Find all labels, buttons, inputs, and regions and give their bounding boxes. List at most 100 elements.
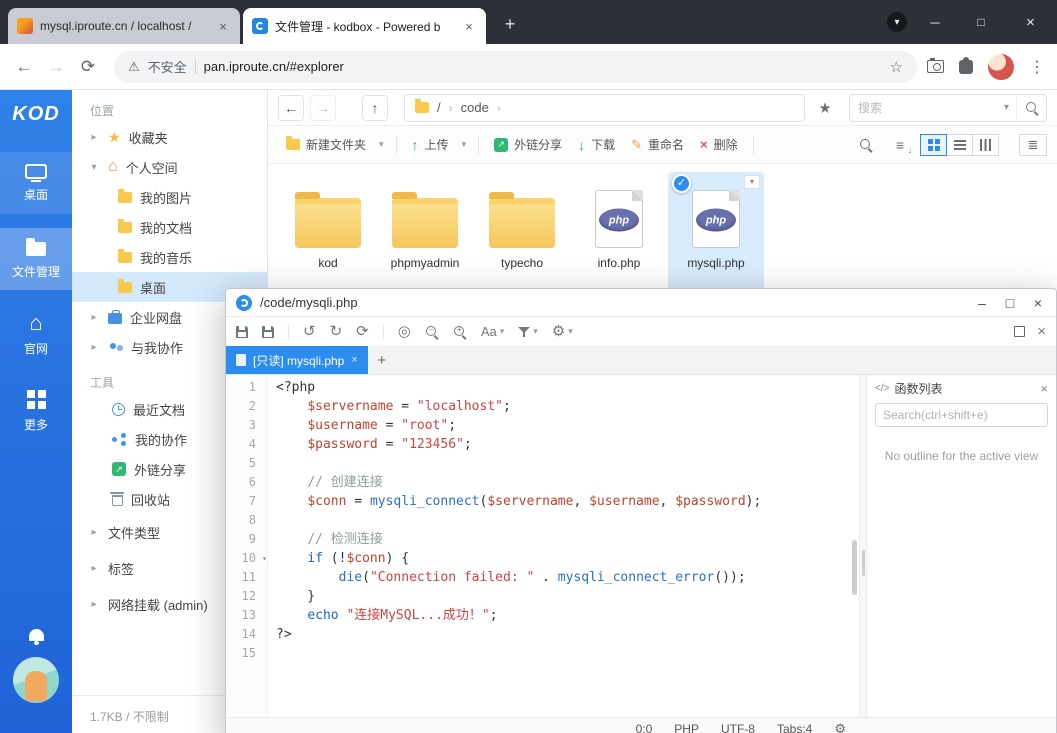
action-new-folder-button[interactable]: 新建文件夹 <box>278 131 374 158</box>
save-icon[interactable] <box>236 326 248 338</box>
editor-scrollbar[interactable] <box>852 540 857 595</box>
browser-menu-icon[interactable]: ⋮ <box>1029 57 1045 77</box>
action-upload-button[interactable]: ↑上传 <box>404 131 457 158</box>
chevron-right-icon[interactable]: ▸ <box>88 563 100 574</box>
tree-item-pictures[interactable]: 我的图片 <box>72 182 267 212</box>
chevron-right-icon[interactable]: ▸ <box>88 599 100 610</box>
tree-item-documents[interactable]: 我的文档 <box>72 212 267 242</box>
close-tab-icon[interactable]: × <box>461 19 477 34</box>
editor-settings-dropdown[interactable]: ⚙▾ <box>552 324 573 339</box>
chevron-right-icon[interactable]: ▸ <box>88 312 100 323</box>
screenshot-extension-icon[interactable] <box>927 60 944 73</box>
url-text[interactable]: pan.iproute.cn/#explorer <box>204 59 344 74</box>
zoom-button[interactable] <box>853 134 879 156</box>
tab-size[interactable]: Tabs:4 <box>777 722 812 733</box>
sort-button[interactable]: ≡↓ <box>887 134 913 156</box>
history-back-button[interactable]: ← <box>278 95 304 121</box>
editor-tab-mysqli[interactable]: [只读] mysqli.php × <box>226 346 368 374</box>
browser-profile-avatar[interactable] <box>988 54 1014 80</box>
file-item[interactable]: phpmysqli.php✓▾ <box>668 172 764 290</box>
tree-item-favorites[interactable]: ▸★收藏夹 <box>72 122 267 152</box>
editor-minimize-button[interactable]: – <box>968 291 996 315</box>
user-avatar[interactable] <box>13 657 59 703</box>
caret-down-icon[interactable]: ▾ <box>457 139 472 150</box>
font-size-dropdown[interactable]: Aa▾ <box>481 324 504 339</box>
zoom-out-icon[interactable]: – <box>425 325 439 339</box>
action-rename-button[interactable]: ✎重命名 <box>623 131 692 158</box>
window-close-button[interactable]: × <box>1004 0 1057 44</box>
nav-item-desktop[interactable]: 桌面 <box>0 152 72 214</box>
browser-tab-mysql[interactable]: mysql.iproute.cn / localhost / × <box>8 8 240 44</box>
view-grid-button[interactable] <box>920 134 947 156</box>
search-options-caret-icon[interactable]: ▾ <box>997 102 1016 113</box>
browser-tab-kodbox[interactable]: 文件管理 - kodbox - Powered b × <box>243 8 486 44</box>
parent-folder-button[interactable]: ↑ <box>362 95 388 121</box>
outline-search-input[interactable] <box>876 404 1047 426</box>
editor-titlebar[interactable]: /code/mysqli.php – □ × <box>226 289 1056 317</box>
refresh-icon[interactable]: ⟳ <box>356 324 369 339</box>
breadcrumb-current[interactable]: code <box>461 100 489 115</box>
nav-item-more[interactable]: 更多 <box>0 380 72 442</box>
history-forward-button[interactable]: → <box>310 95 336 121</box>
action-delete-button[interactable]: ×删除 <box>692 131 746 158</box>
file-item[interactable]: phpinfo.php <box>571 172 667 290</box>
bookmark-star-icon[interactable]: ☆ <box>890 58 903 76</box>
tree-item-music[interactable]: 我的音乐 <box>72 242 267 272</box>
chevron-right-icon[interactable]: ▸ <box>88 132 100 143</box>
close-tab-icon[interactable]: × <box>215 19 231 34</box>
view-detail-button[interactable] <box>972 134 999 156</box>
action-download-button[interactable]: ↓下载 <box>570 131 623 158</box>
search-button[interactable] <box>1016 95 1046 121</box>
tree-item-personal[interactable]: ▾⌂个人空间 <box>72 152 267 182</box>
browser-forward-button[interactable]: → <box>40 51 72 83</box>
cursor-position[interactable]: 0:0 <box>636 722 653 733</box>
favorite-path-star-icon[interactable]: ★ <box>811 94 839 122</box>
status-gear-icon[interactable]: ⚙ <box>834 721 846 733</box>
code-editor[interactable]: 12345678910▾1112131415 <?php $servername… <box>226 375 859 717</box>
editor-close-button[interactable]: × <box>1024 291 1052 315</box>
panel-splitter[interactable] <box>859 375 867 717</box>
new-editor-tab-button[interactable]: + <box>368 346 396 374</box>
selected-check-icon[interactable]: ✓ <box>672 174 691 193</box>
encoding[interactable]: UTF-8 <box>721 722 755 733</box>
breadcrumb[interactable]: / › code › <box>404 94 805 122</box>
kod-logo[interactable]: KOD <box>0 90 72 138</box>
window-minimize-button[interactable]: ─ <box>912 0 958 44</box>
locate-icon[interactable]: ◎ <box>398 324 411 339</box>
caret-down-icon[interactable]: ▾ <box>374 139 389 150</box>
close-panel-icon[interactable]: × <box>1040 381 1048 396</box>
fullscreen-icon[interactable] <box>1014 326 1025 337</box>
action-share-button[interactable]: ↗外链分享 <box>486 131 570 158</box>
window-maximize-button[interactable]: □ <box>958 0 1004 44</box>
notification-bell-button[interactable] <box>0 629 72 641</box>
undo-icon[interactable]: ↺ <box>303 324 316 339</box>
chevron-right-icon[interactable]: ▸ <box>88 527 100 538</box>
code-lines[interactable]: <?php $servername = "localhost"; $userna… <box>268 375 859 717</box>
browser-back-button[interactable]: ← <box>8 51 40 83</box>
breadcrumb-root[interactable]: / <box>437 100 441 115</box>
extensions-puzzle-icon[interactable] <box>959 60 973 74</box>
chevron-right-icon[interactable]: ▸ <box>88 342 100 353</box>
redo-icon[interactable]: ↻ <box>330 324 343 339</box>
save-as-icon[interactable] <box>262 326 274 338</box>
file-item[interactable]: phpmyadmin <box>377 172 473 290</box>
address-bar[interactable]: ⚠ 不安全 pan.iproute.cn/#explorer ☆ <box>114 51 917 83</box>
filter-dropdown[interactable]: ▾ <box>518 326 538 338</box>
zoom-in-icon[interactable]: + <box>453 325 467 339</box>
tab-search-button[interactable]: ▾ <box>887 12 907 32</box>
file-item[interactable]: kod <box>280 172 376 290</box>
fold-icon[interactable]: ▾ <box>262 549 267 568</box>
language-mode[interactable]: PHP <box>674 722 699 733</box>
new-tab-button[interactable]: + <box>497 11 523 37</box>
nav-item-official-site[interactable]: ⌂ 官网 <box>0 304 72 366</box>
view-list-button[interactable] <box>946 134 973 156</box>
browser-reload-button[interactable]: ⟳ <box>72 51 104 83</box>
editor-maximize-button[interactable]: □ <box>996 291 1024 315</box>
nav-item-file-manager[interactable]: 文件管理 <box>0 228 72 290</box>
panel-close-icon[interactable]: × <box>1037 324 1046 339</box>
chevron-down-icon[interactable]: ▾ <box>88 162 100 173</box>
search-input[interactable] <box>850 101 997 115</box>
file-item[interactable]: typecho <box>474 172 570 290</box>
item-menu-caret-icon[interactable]: ▾ <box>744 175 760 189</box>
list-settings-button[interactable]: ≣ <box>1019 134 1047 156</box>
